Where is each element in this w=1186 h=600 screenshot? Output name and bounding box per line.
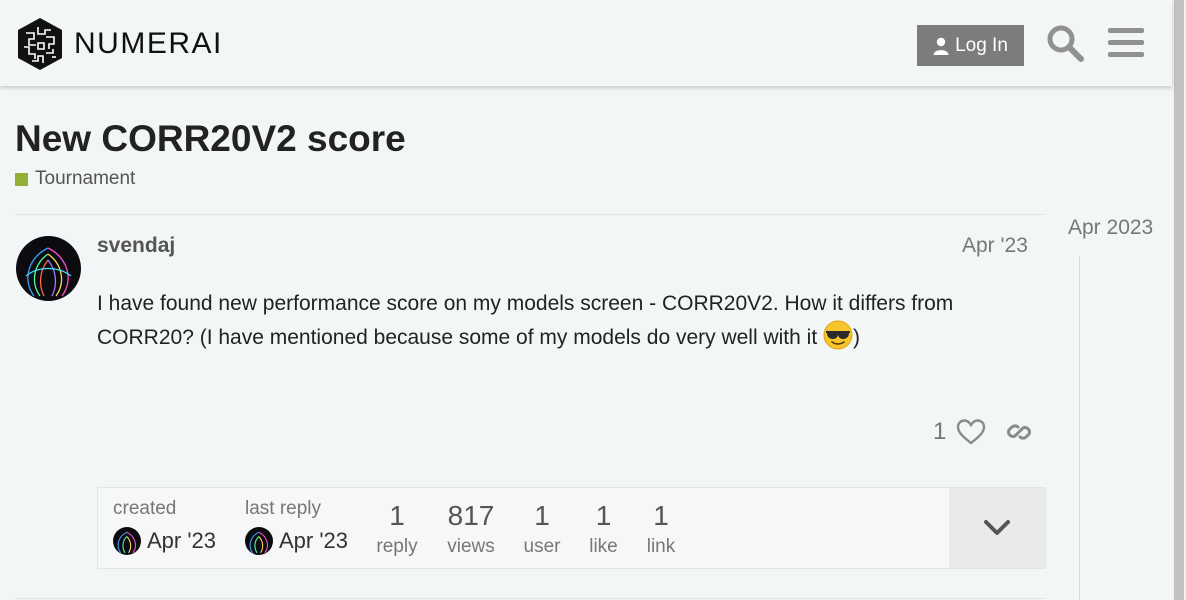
- sunglasses-emoji-icon: [823, 320, 853, 350]
- scrollbar-thumb[interactable]: [1174, 0, 1184, 600]
- stat-number: 817: [447, 500, 495, 531]
- post-date[interactable]: Apr '23: [962, 234, 1028, 258]
- avatar: [245, 527, 273, 555]
- link-icon[interactable]: [1005, 418, 1033, 446]
- stat-label: views: [447, 536, 495, 557]
- hamburger-menu-icon[interactable]: [1106, 23, 1146, 63]
- avatar[interactable]: [16, 236, 81, 301]
- divider: [15, 598, 1046, 599]
- category-color-swatch: [15, 172, 28, 186]
- category-badge[interactable]: Tournament: [15, 168, 135, 190]
- stat-replies: 1 reply: [374, 500, 420, 558]
- last-reply-date: Apr '23: [279, 528, 349, 553]
- last-reply-section[interactable]: last reply Apr '23: [245, 498, 348, 555]
- post-text-end: ): [853, 326, 860, 349]
- stat-number: 1: [534, 500, 550, 531]
- login-label: Log In: [955, 34, 1008, 56]
- site-name: NUMERAI: [74, 27, 223, 60]
- login-button[interactable]: Log In: [917, 25, 1024, 66]
- numerai-logo-icon: [18, 18, 62, 70]
- category-label: Tournament: [35, 168, 136, 189]
- stat-label: user: [523, 536, 561, 557]
- avatar-image: [113, 527, 141, 555]
- site-header: NUMERAI Log In: [0, 0, 1172, 86]
- avatar-image: [245, 527, 273, 555]
- like-count[interactable]: 1: [933, 418, 946, 446]
- stat-number: 1: [653, 500, 669, 531]
- divider: [15, 214, 1046, 215]
- chevron-down-icon: [984, 520, 1010, 535]
- stat-links: 1 link: [643, 500, 679, 558]
- stat-label: link: [646, 536, 676, 557]
- stat-likes: 1 like: [585, 500, 622, 558]
- avatar: [113, 527, 141, 555]
- user-icon: [933, 37, 949, 55]
- stat-users: 1 user: [521, 500, 563, 558]
- stat-views: 817 views: [443, 500, 499, 558]
- timeline-track[interactable]: [1079, 256, 1080, 600]
- heart-icon[interactable]: [956, 418, 986, 446]
- expand-topic-map-button[interactable]: [949, 488, 1045, 568]
- site-logo[interactable]: NUMERAI: [16, 17, 223, 71]
- page-scrollbar[interactable]: [1172, 0, 1186, 600]
- search-icon[interactable]: [1045, 23, 1085, 63]
- timeline-date[interactable]: Apr 2023: [1068, 216, 1153, 240]
- stat-label: reply: [376, 536, 418, 557]
- stat-number: 1: [595, 500, 612, 531]
- post-body: I have found new performance score on my…: [97, 288, 1032, 354]
- post-author[interactable]: svendaj: [97, 234, 175, 258]
- topic-map: created Apr '23 last reply Apr '23 1 rep…: [97, 487, 1046, 569]
- topic-title[interactable]: New CORR20V2 score: [15, 118, 406, 160]
- created-date: Apr '23: [147, 528, 217, 553]
- avatar-image: [16, 236, 81, 301]
- created-section[interactable]: created Apr '23: [113, 498, 216, 555]
- last-reply-label: last reply: [245, 498, 322, 519]
- created-label: created: [113, 498, 177, 519]
- stat-label: like: [589, 536, 618, 557]
- stat-number: 1: [389, 500, 405, 531]
